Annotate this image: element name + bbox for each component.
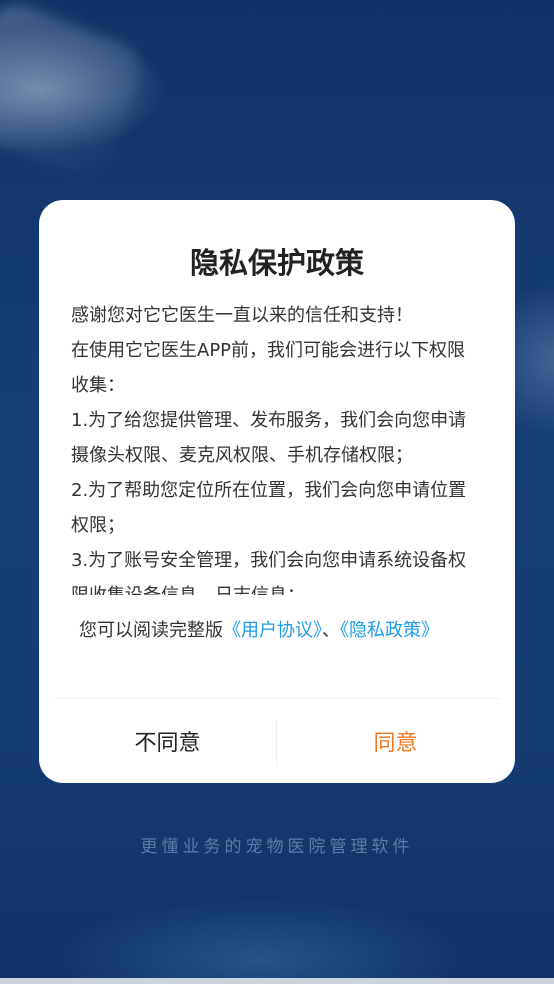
- privacy-policy-link[interactable]: 《隐私政策》: [340, 620, 439, 641]
- read-prefix: 您可以阅读完整版: [79, 620, 223, 641]
- policy-paragraph: 1.为了给您提供管理、发布服务，我们会向您申请摄像头权限、麦克风权限、手机存储权…: [71, 410, 467, 466]
- user-agreement-link[interactable]: 《用户协议》: [223, 620, 322, 641]
- dialog-title: 隐私保护政策: [189, 246, 364, 280]
- background-decoration: [0, 0, 150, 184]
- bottom-bar: [0, 978, 554, 984]
- policy-paragraph: 2.为了帮助您定位所在位置，我们会向您申请位置权限；: [71, 480, 467, 536]
- policy-paragraph: 3.为了账号安全管理，我们会向您申请系统设备权限收集设备信息、日志信息；: [71, 550, 467, 595]
- app-tagline: 更懂业务的宠物医院管理软件: [140, 837, 414, 857]
- privacy-dialog: 隐私保护政策 感谢您对它它医生一直以来的信任和支持！ 在使用它它医生APP前，我…: [39, 200, 515, 783]
- policy-content[interactable]: 感谢您对它它医生一直以来的信任和支持！ 在使用它它医生APP前，我们可能会进行以…: [71, 298, 481, 595]
- read-full-text: 您可以阅读完整版《用户协议》、《隐私政策》: [79, 616, 479, 646]
- disagree-button[interactable]: 不同意: [49, 699, 286, 783]
- agree-button[interactable]: 同意: [277, 699, 514, 783]
- policy-paragraph: 感谢您对它它医生一直以来的信任和支持！: [71, 305, 413, 326]
- policy-paragraph: 在使用它它医生APP前，我们可能会进行以下权限收集：: [71, 340, 466, 396]
- link-separator: 、: [322, 620, 340, 641]
